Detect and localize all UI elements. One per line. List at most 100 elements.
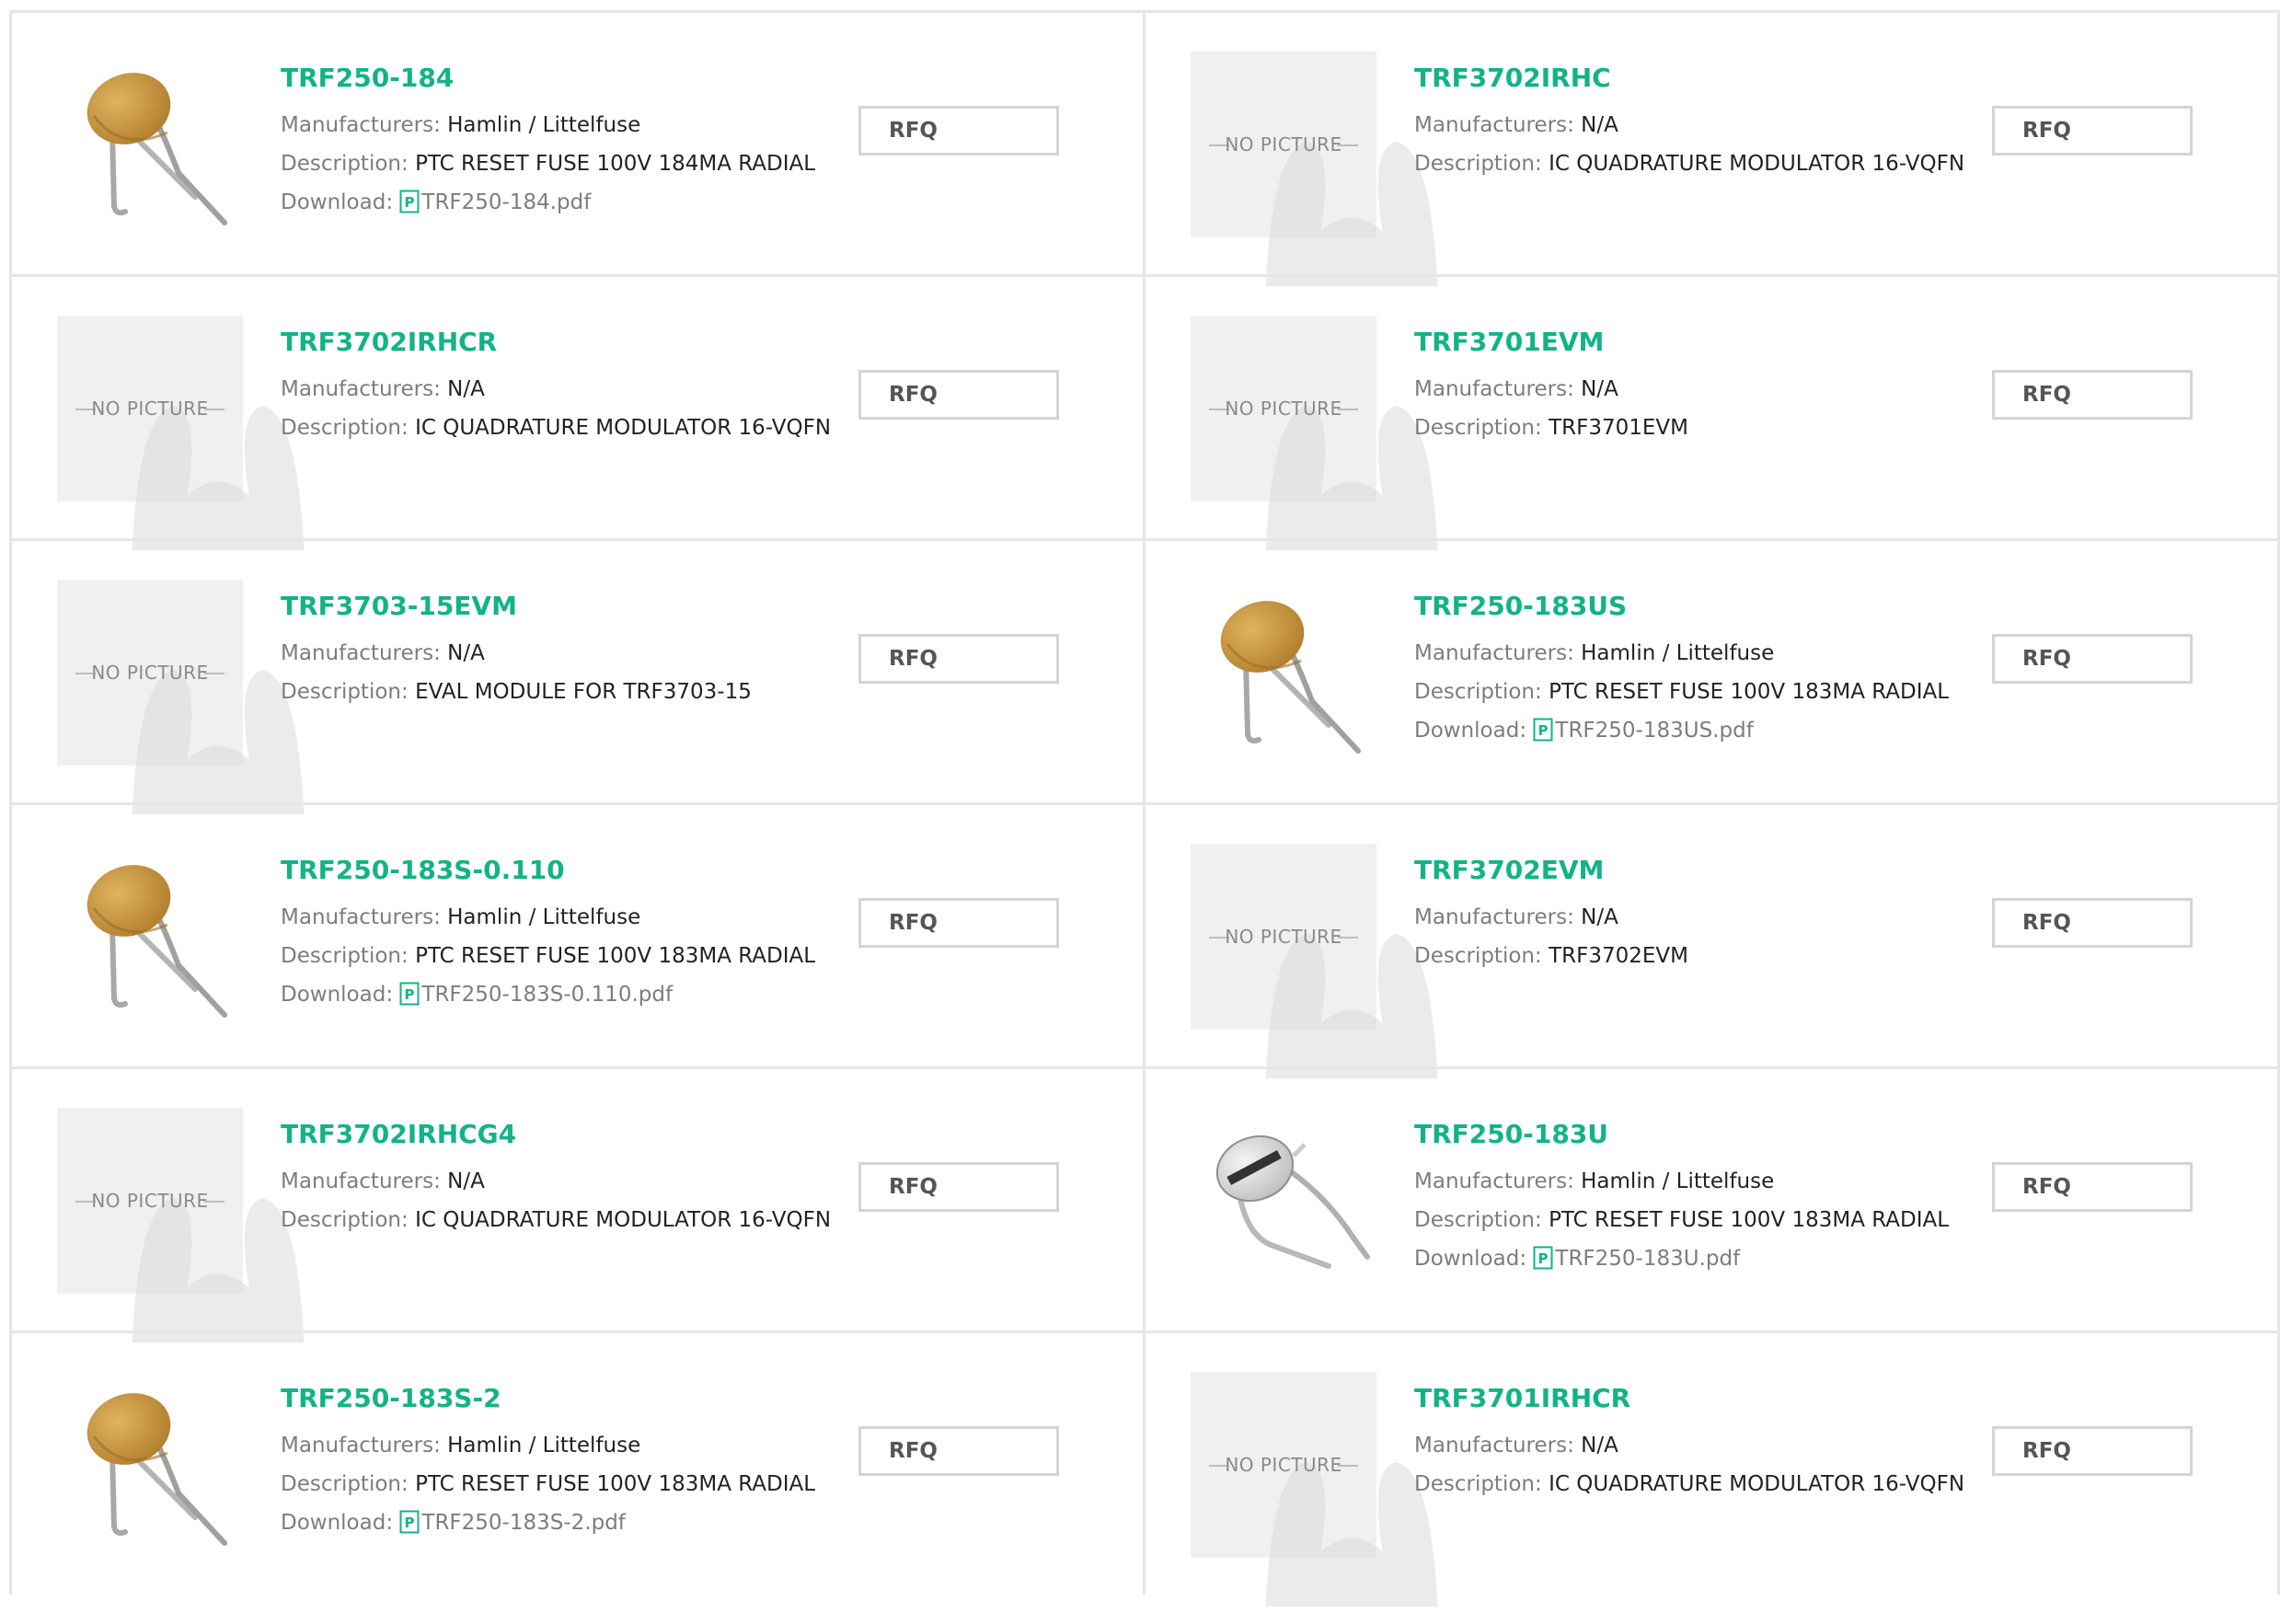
- no-picture-text: NO PICTURE: [91, 662, 209, 684]
- part-number-link[interactable]: TRF3703-15EVM: [281, 590, 752, 623]
- manufacturer-label: Manufacturers:: [281, 113, 441, 137]
- part-number-link[interactable]: TRF250-183S-0.110: [281, 854, 815, 887]
- product-image[interactable]: [1191, 1108, 1376, 1294]
- product-card: NO PICTURE TRF3702IRHCR Manufacturers: N/A…: [9, 274, 1143, 551]
- product-image[interactable]: [57, 52, 243, 237]
- manufacturer-label: Manufacturers:: [1414, 1169, 1574, 1193]
- description-line: Description: IC QUADRATURE MODULATOR 16-…: [281, 409, 831, 447]
- manufacturer-label: Manufacturers:: [1414, 377, 1574, 401]
- manufacturer-value: N/A: [1581, 905, 1618, 929]
- description-label: Description:: [1414, 944, 1542, 968]
- product-card: TRF250-183US Manufacturers: Hamlin / Litt…: [1143, 538, 2280, 802]
- manufacturer-line: Manufacturers: Hamlin / Littelfuse: [281, 1426, 815, 1465]
- manufacturer-label: Manufacturers:: [1414, 113, 1574, 137]
- no-picture-placeholder[interactable]: NO PICTURE: [1191, 844, 1438, 1079]
- manufacturer-value: N/A: [447, 1169, 485, 1193]
- product-image[interactable]: [57, 1372, 243, 1558]
- no-picture-placeholder[interactable]: NO PICTURE: [1191, 316, 1438, 551]
- product-info: TRF250-184 Manufacturers: Hamlin / Littel…: [281, 62, 815, 222]
- part-number-link[interactable]: TRF250-183US: [1414, 590, 1949, 623]
- rfq-button[interactable]: RFQ: [1992, 634, 2193, 684]
- product-card: TRF250-184 Manufacturers: Hamlin / Littel…: [9, 10, 1143, 274]
- part-number-link[interactable]: TRF3702EVM: [1414, 854, 1688, 887]
- pdf-filename[interactable]: TRF250-183US.pdf: [1555, 719, 1753, 743]
- pdf-filename[interactable]: TRF250-183S-2.pdf: [421, 1511, 626, 1535]
- rfq-button[interactable]: RFQ: [1992, 1426, 2193, 1476]
- product-info: TRF250-183S-2 Manufacturers: Hamlin / Lit…: [281, 1382, 815, 1542]
- rfq-button[interactable]: RFQ: [1992, 1162, 2193, 1212]
- svg-text:P: P: [1538, 722, 1549, 739]
- manufacturer-line: Manufacturers: N/A: [281, 634, 752, 673]
- rfq-button[interactable]: RFQ: [1992, 898, 2193, 948]
- no-picture-text: NO PICTURE: [1225, 133, 1342, 155]
- product-grid: TRF250-184 Manufacturers: Hamlin / Littel…: [9, 10, 2280, 1607]
- pdf-icon: P: [399, 188, 420, 213]
- product-info: TRF3702EVM Manufacturers: N/A Description:…: [1414, 854, 1688, 975]
- description-value: EVAL MODULE FOR TRF3703-15: [415, 680, 752, 704]
- product-image[interactable]: [57, 844, 243, 1030]
- product-info: TRF250-183S-0.110 Manufacturers: Hamlin /…: [281, 854, 815, 1014]
- part-number-link[interactable]: TRF3701IRHCR: [1414, 1382, 1964, 1415]
- description-value: PTC RESET FUSE 100V 183MA RADIAL: [415, 1472, 816, 1496]
- description-value: IC QUADRATURE MODULATOR 16-VQFN: [415, 416, 832, 440]
- pdf-icon: P: [399, 1508, 420, 1534]
- part-number-link[interactable]: TRF3702IRHCG4: [281, 1118, 831, 1151]
- rfq-button[interactable]: RFQ: [1992, 370, 2193, 420]
- datasheet-link[interactable]: P TRF250-183S-2.pdf: [399, 1508, 626, 1535]
- datasheet-link[interactable]: P TRF250-183U.pdf: [1533, 1244, 1740, 1271]
- datasheet-link[interactable]: P TRF250-183US.pdf: [1533, 718, 1754, 743]
- manufacturer-label: Manufacturers:: [1414, 641, 1574, 665]
- rfq-button[interactable]: RFQ: [858, 1426, 1059, 1476]
- part-number-link[interactable]: TRF3702IRHCR: [281, 326, 831, 359]
- rfq-button[interactable]: RFQ: [858, 634, 1059, 684]
- manufacturer-value: Hamlin / Littelfuse: [447, 113, 641, 137]
- no-picture-text: NO PICTURE: [1225, 926, 1342, 948]
- pdf-filename[interactable]: TRF250-184.pdf: [421, 190, 591, 214]
- no-picture-placeholder[interactable]: NO PICTURE: [57, 316, 305, 551]
- datasheet-link[interactable]: P TRF250-183S-0.110.pdf: [399, 982, 673, 1007]
- description-line: Description: PTC RESET FUSE 100V 184MA R…: [281, 144, 815, 183]
- description-value: IC QUADRATURE MODULATOR 16-VQFN: [1549, 152, 1965, 176]
- svg-text:P: P: [405, 1515, 415, 1531]
- rfq-button[interactable]: RFQ: [858, 370, 1059, 420]
- pdf-filename[interactable]: TRF250-183S-0.110.pdf: [421, 983, 673, 1007]
- part-number-link[interactable]: TRF250-184: [281, 62, 815, 95]
- manufacturer-label: Manufacturers:: [281, 1169, 441, 1193]
- description-label: Description:: [1414, 680, 1542, 704]
- part-number-link[interactable]: TRF250-183U: [1414, 1118, 1949, 1151]
- product-info: TRF250-183US Manufacturers: Hamlin / Litt…: [1414, 590, 1949, 750]
- manufacturer-line: Manufacturers: N/A: [1414, 1426, 1964, 1465]
- no-picture-placeholder[interactable]: NO PICTURE: [57, 580, 305, 815]
- description-label: Description:: [281, 416, 409, 440]
- product-card: TRF250-183S-2 Manufacturers: Hamlin / Lit…: [9, 1330, 1143, 1595]
- part-number-link[interactable]: TRF3702IRHC: [1414, 62, 1964, 95]
- description-line: Description: EVAL MODULE FOR TRF3703-15: [281, 673, 752, 711]
- no-picture-placeholder[interactable]: NO PICTURE: [1191, 1372, 1438, 1607]
- rfq-button[interactable]: RFQ: [858, 898, 1059, 948]
- pdf-filename[interactable]: TRF250-183U.pdf: [1555, 1247, 1740, 1271]
- manufacturer-line: Manufacturers: N/A: [1414, 106, 1964, 144]
- product-info: TRF3703-15EVM Manufacturers: N/A Descripti…: [281, 590, 752, 711]
- rfq-button[interactable]: RFQ: [858, 1162, 1059, 1212]
- datasheet-link[interactable]: P TRF250-184.pdf: [399, 190, 591, 214]
- description-label: Description:: [281, 680, 409, 704]
- part-number-link[interactable]: TRF3701EVM: [1414, 326, 1688, 359]
- no-picture-placeholder[interactable]: NO PICTURE: [1191, 52, 1438, 287]
- pdf-icon: P: [1533, 1244, 1553, 1270]
- manufacturer-line: Manufacturers: N/A: [281, 1162, 831, 1201]
- product-image[interactable]: [1191, 580, 1376, 766]
- description-label: Description:: [1414, 1208, 1542, 1232]
- no-picture-placeholder[interactable]: NO PICTURE: [57, 1108, 305, 1343]
- manufacturer-line: Manufacturers: N/A: [281, 370, 831, 409]
- description-label: Description:: [281, 944, 409, 968]
- part-number-link[interactable]: TRF250-183S-2: [281, 1382, 815, 1415]
- manufacturer-value: Hamlin / Littelfuse: [447, 1434, 641, 1457]
- svg-text:P: P: [1538, 1250, 1549, 1267]
- download-line: Download: P TRF250-183S-2.pdf: [281, 1503, 815, 1542]
- rfq-button[interactable]: RFQ: [858, 106, 1059, 155]
- manufacturer-label: Manufacturers:: [281, 905, 441, 929]
- product-card: TRF250-183S-0.110 Manufacturers: Hamlin /…: [9, 802, 1143, 1066]
- rfq-button[interactable]: RFQ: [1992, 106, 2193, 155]
- product-info: TRF3701IRHCR Manufacturers: N/A Descriptio…: [1414, 1382, 1964, 1503]
- manufacturer-line: Manufacturers: Hamlin / Littelfuse: [1414, 1162, 1949, 1201]
